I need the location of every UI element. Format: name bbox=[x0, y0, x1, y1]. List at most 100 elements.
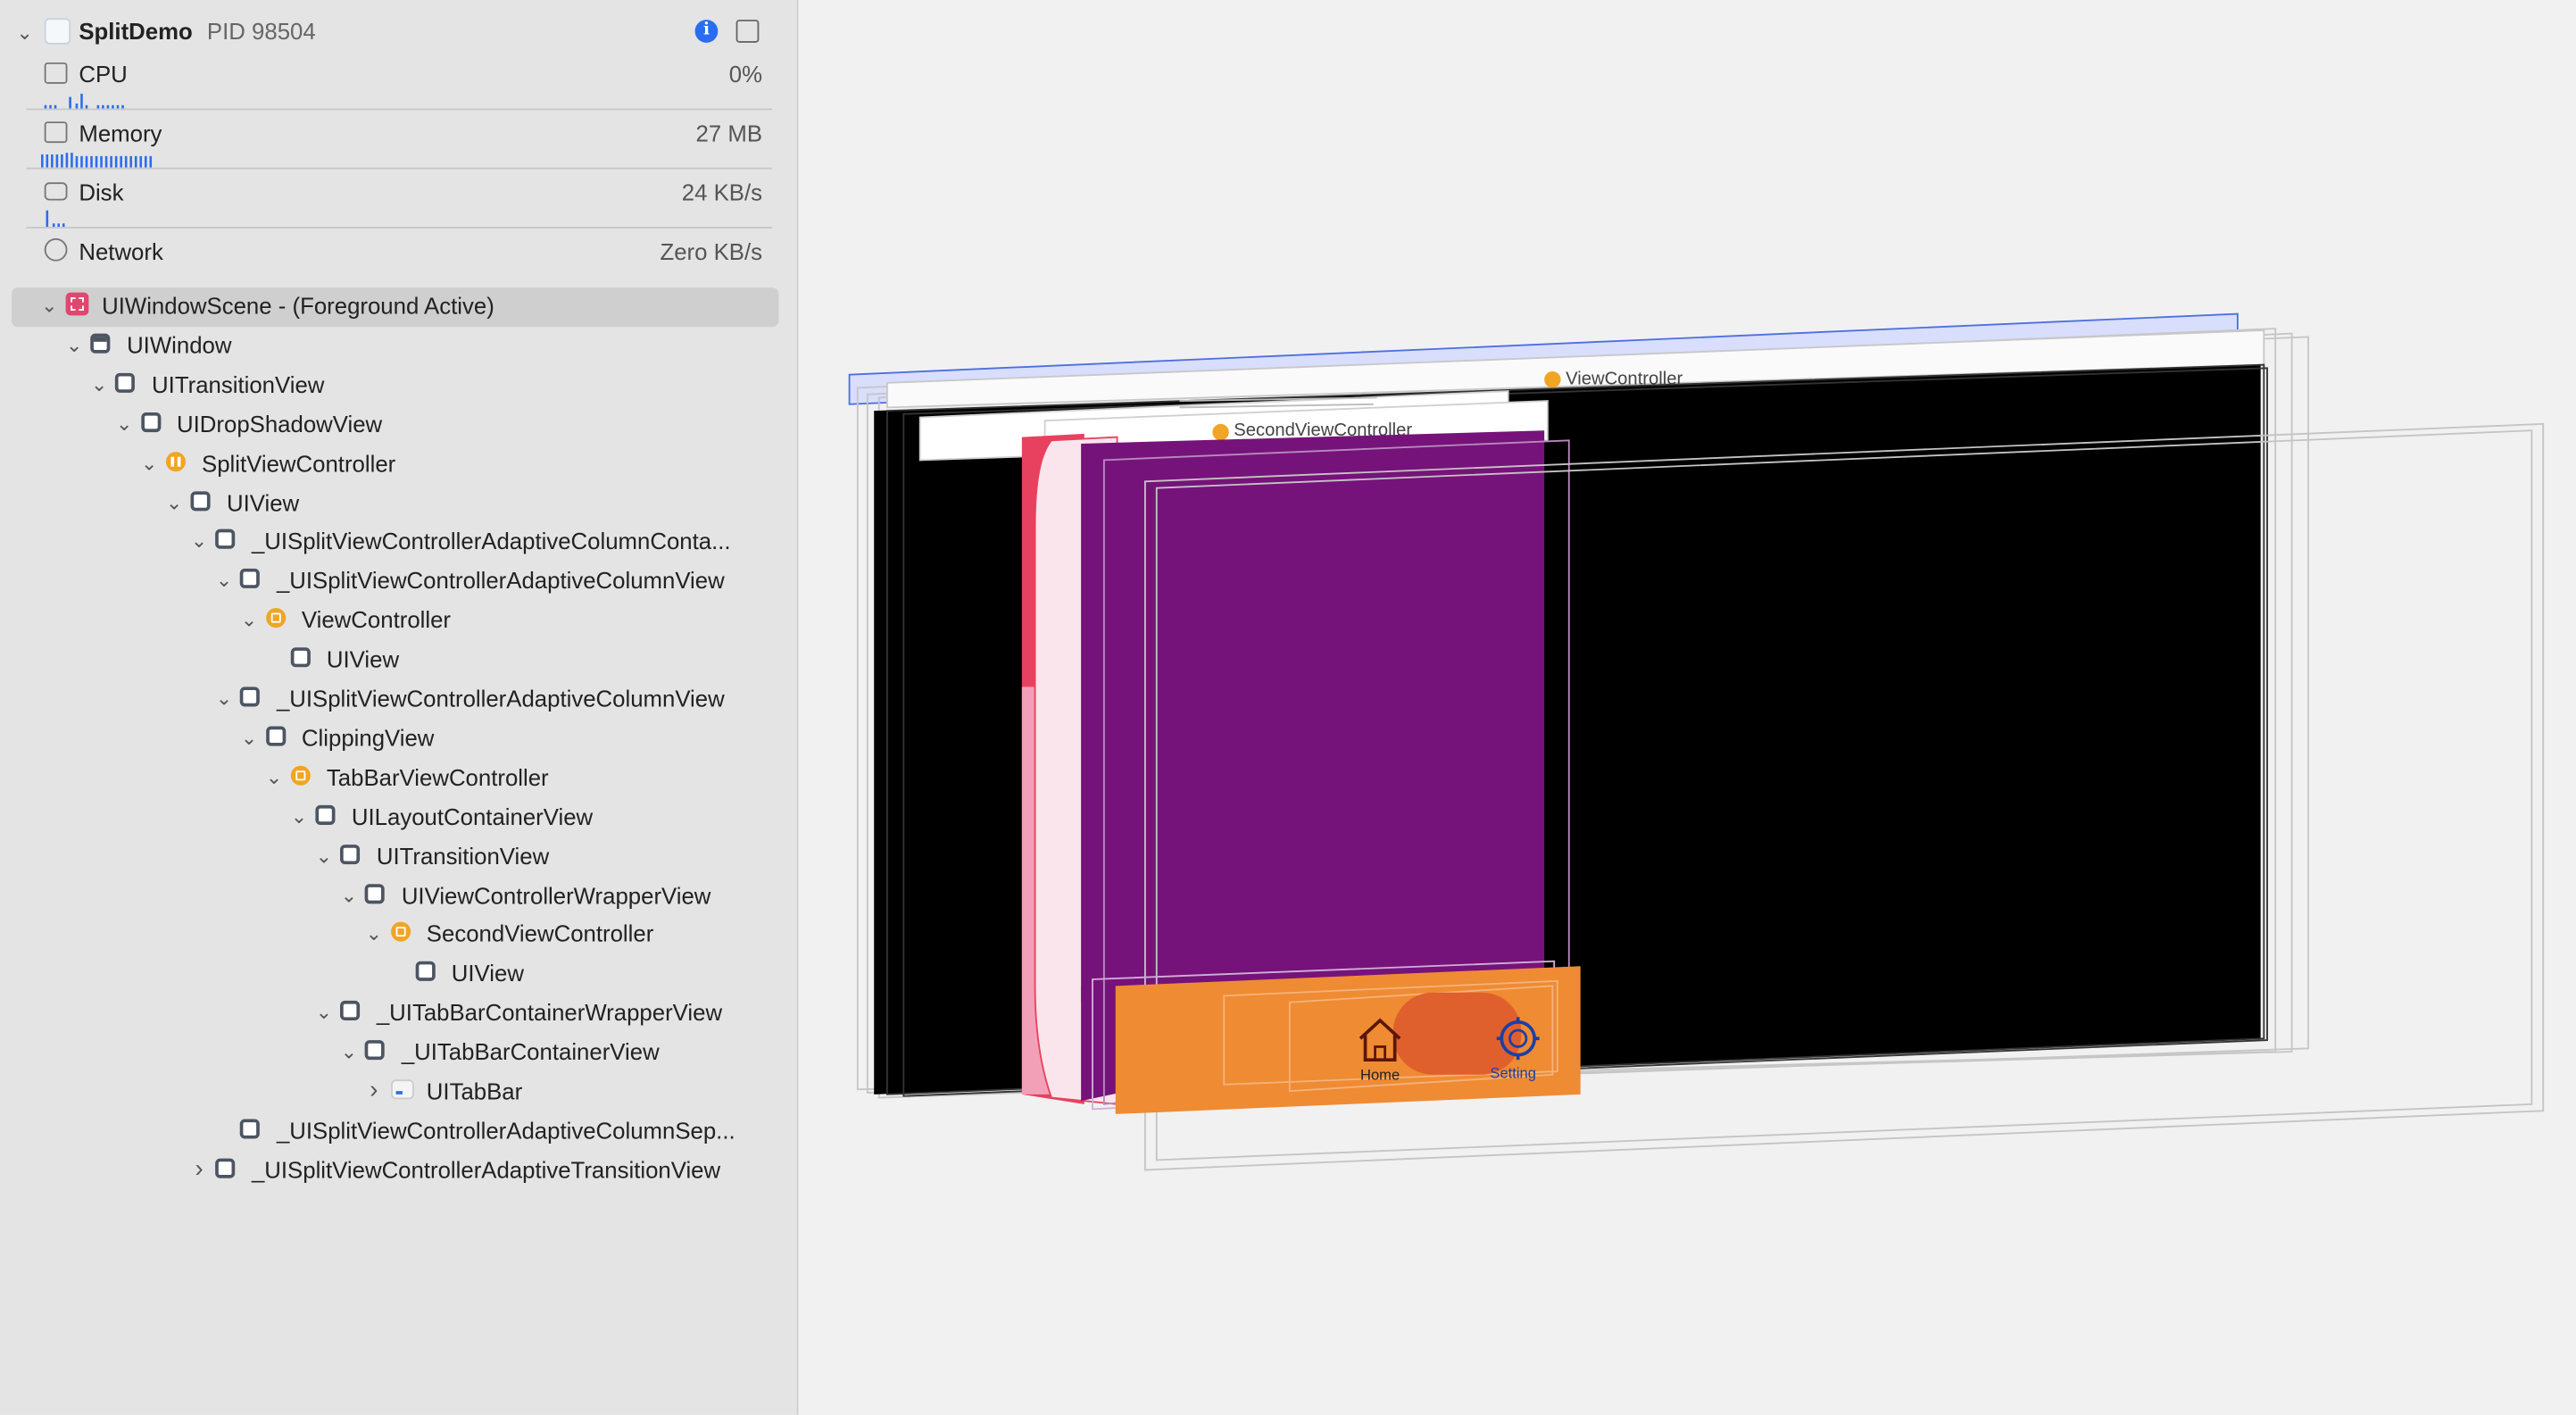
view-icon bbox=[365, 883, 386, 903]
tree-row-label: UIDropShadowView bbox=[177, 410, 383, 437]
chevron-down-icon[interactable]: ⌄ bbox=[214, 687, 234, 710]
tree-row[interactable]: ⌄ UITransitionView bbox=[0, 837, 772, 877]
chevron-down-icon[interactable]: ⌄ bbox=[15, 21, 35, 45]
split-view-controller-icon bbox=[165, 451, 186, 471]
tree-row[interactable]: ⌄ SecondViewController bbox=[0, 916, 772, 955]
chevron-down-icon[interactable]: ⌄ bbox=[339, 883, 359, 906]
tree-row-label: UITabBar bbox=[426, 1078, 523, 1104]
tree-row-label: SplitViewController bbox=[202, 449, 396, 477]
chevron-down-icon[interactable]: ⌄ bbox=[239, 726, 259, 749]
view-icon bbox=[215, 529, 236, 550]
tree-row[interactable]: _UISplitViewControllerAdaptiveColumnSep.… bbox=[0, 1112, 772, 1152]
debug-navigator-sidebar: ⌄ SplitDemo PID 98504 i CPU 0% Memory 27… bbox=[0, 0, 799, 1415]
window-icon bbox=[90, 333, 111, 354]
chevron-down-icon[interactable]: ⌄ bbox=[114, 412, 134, 435]
chevron-down-icon[interactable]: ⌄ bbox=[89, 372, 109, 395]
chevron-down-icon[interactable]: ⌄ bbox=[314, 844, 334, 867]
view-icon bbox=[340, 1001, 361, 1021]
metric-disk[interactable]: Disk 24 KB/s bbox=[0, 168, 773, 229]
second-view-purple[interactable] bbox=[1081, 430, 1545, 1003]
tree-row[interactable]: ⌄ ViewController bbox=[0, 602, 772, 641]
view-icon bbox=[115, 372, 136, 393]
view-icon bbox=[415, 961, 436, 982]
tree-row[interactable]: ⌄ UIView bbox=[0, 484, 772, 523]
tab-setting-label[interactable]: Setting bbox=[1490, 1064, 1536, 1081]
tree-row-label: ClippingView bbox=[301, 724, 435, 751]
memory-icon bbox=[44, 121, 68, 144]
tree-row[interactable]: ⌄ _UITabBarContainerWrapperView bbox=[0, 995, 772, 1034]
chevron-down-icon[interactable]: ⌄ bbox=[239, 608, 259, 631]
tree-row[interactable]: › UITabBar bbox=[0, 1073, 772, 1112]
process-name: SplitDemo bbox=[79, 18, 193, 45]
view-controller-icon bbox=[290, 765, 311, 786]
metric-cpu[interactable]: CPU 0% bbox=[0, 49, 773, 111]
chevron-down-icon[interactable]: ⌄ bbox=[39, 294, 59, 317]
metric-label: Network bbox=[79, 237, 163, 265]
tree-row[interactable]: ⌄ UIViewControllerWrapperView bbox=[0, 877, 772, 916]
tree-row[interactable]: ⌄ UIDropShadowView bbox=[0, 405, 772, 445]
chevron-down-icon[interactable]: ⌄ bbox=[364, 922, 384, 945]
disk-icon bbox=[44, 182, 68, 201]
tree-row[interactable]: ⌄ UILayoutContainerView bbox=[0, 798, 772, 837]
metric-label: CPU bbox=[79, 61, 128, 87]
metric-network[interactable]: Network Zero KB/s bbox=[0, 227, 772, 286]
tree-row[interactable]: › _UISplitViewControllerAdaptiveTransitio… bbox=[0, 1152, 772, 1191]
chevron-down-icon[interactable]: ⌄ bbox=[339, 1040, 359, 1063]
metric-label: Disk bbox=[79, 179, 124, 206]
tree-row[interactable]: ⌄ _UISplitViewControllerAdaptiveColumnCon… bbox=[0, 523, 772, 562]
tree-row[interactable]: ⌄ TabBarViewController bbox=[0, 759, 772, 798]
tree-row-label: _UITabBarContainerWrapperView bbox=[376, 999, 723, 1026]
tree-row-label: _UISplitViewControllerAdaptiveTransition… bbox=[251, 1156, 721, 1183]
chevron-down-icon[interactable]: ⌄ bbox=[264, 765, 284, 788]
tree-row[interactable]: ⌄ UIWindow bbox=[0, 327, 772, 366]
cpu-icon bbox=[44, 62, 68, 84]
view-icon bbox=[240, 1119, 261, 1139]
tree-row[interactable]: ⌄ SplitViewController bbox=[0, 445, 772, 484]
chevron-right-icon[interactable]: › bbox=[364, 1078, 384, 1103]
chevron-down-icon[interactable]: ⌄ bbox=[164, 490, 184, 513]
tree-row-label: _UISplitViewControllerAdaptiveColumnView bbox=[276, 685, 725, 712]
exploded-view-hierarchy[interactable]: ViewController SecondViewController Home… bbox=[799, 0, 2576, 1415]
process-pid: PID 98504 bbox=[206, 18, 316, 45]
chevron-down-icon[interactable]: ⌄ bbox=[214, 569, 234, 592]
tree-row[interactable]: ⌄ _UITabBarContainerView bbox=[0, 1034, 772, 1073]
tree-row[interactable]: ⌄ _UISplitViewControllerAdaptiveColumnVie… bbox=[0, 562, 772, 602]
info-icon[interactable]: i bbox=[694, 20, 719, 43]
tree-row[interactable]: UIView bbox=[0, 955, 772, 995]
vc-badge-icon bbox=[1212, 423, 1229, 441]
process-row[interactable]: ⌄ SplitDemo PID 98504 i bbox=[0, 13, 772, 53]
metric-value: 24 KB/s bbox=[681, 179, 763, 206]
view-debugger-canvas[interactable]: ViewController SecondViewController Home… bbox=[798, 0, 2576, 1415]
tree-row[interactable]: ⌄ UITransitionView bbox=[0, 366, 772, 405]
view-icon bbox=[190, 490, 211, 511]
metric-value: Zero KB/s bbox=[660, 237, 763, 265]
tree-row-label: _UITabBarContainerView bbox=[401, 1038, 660, 1065]
metric-memory[interactable]: Memory 27 MB bbox=[0, 108, 773, 170]
view-icon bbox=[240, 569, 261, 589]
chevron-down-icon[interactable]: ⌄ bbox=[64, 333, 84, 356]
chevron-down-icon[interactable]: ⌄ bbox=[289, 804, 309, 828]
view-icon bbox=[340, 844, 361, 864]
tree-row-label: UILayoutContainerView bbox=[351, 803, 594, 829]
tree-row[interactable]: UIView bbox=[0, 641, 772, 680]
view-icon bbox=[365, 1040, 386, 1061]
view-icon bbox=[240, 687, 261, 707]
tree-row[interactable]: ⌄ ClippingView bbox=[0, 720, 772, 759]
tree-row-label: ViewController bbox=[301, 606, 452, 633]
tree-row-label: UIViewControllerWrapperView bbox=[401, 881, 711, 908]
tab-home-label[interactable]: Home bbox=[1360, 1066, 1400, 1083]
vc-badge-icon bbox=[1544, 370, 1561, 388]
tree-row[interactable]: ⌄ _UISplitViewControllerAdaptiveColumnVie… bbox=[0, 680, 772, 720]
network-icon bbox=[44, 237, 68, 262]
cube-icon[interactable] bbox=[735, 20, 760, 43]
view-icon bbox=[290, 647, 311, 668]
chevron-down-icon[interactable]: ⌄ bbox=[189, 529, 209, 553]
tree-row-label: UIView bbox=[451, 960, 524, 986]
memory-sparkline bbox=[41, 153, 153, 168]
chevron-down-icon[interactable]: ⌄ bbox=[139, 451, 159, 474]
view-controller-label: ViewController bbox=[1566, 370, 1683, 389]
chevron-right-icon[interactable]: › bbox=[189, 1156, 209, 1181]
chevron-down-icon[interactable]: ⌄ bbox=[314, 1001, 334, 1024]
tree-row[interactable]: ⌄ UIWindowScene - (Foreground Active) bbox=[11, 287, 779, 328]
tree-row-label: UIWindowScene - (Foreground Active) bbox=[102, 292, 494, 320]
